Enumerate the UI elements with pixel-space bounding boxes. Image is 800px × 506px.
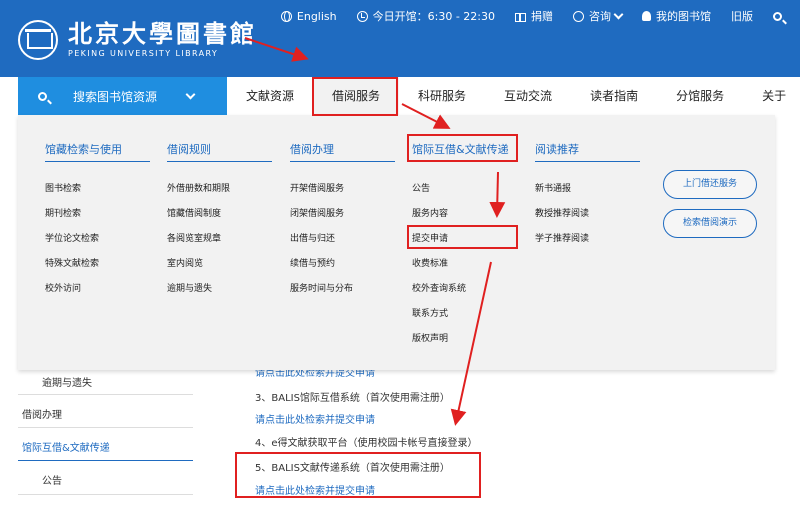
arrow-to-borrowing <box>244 37 309 62</box>
annotation-arrows <box>244 37 506 426</box>
arrow-to-submit-request <box>489 171 506 218</box>
arrow-to-balis-dd <box>450 261 492 426</box>
arrow-to-interlibrary <box>401 103 451 129</box>
